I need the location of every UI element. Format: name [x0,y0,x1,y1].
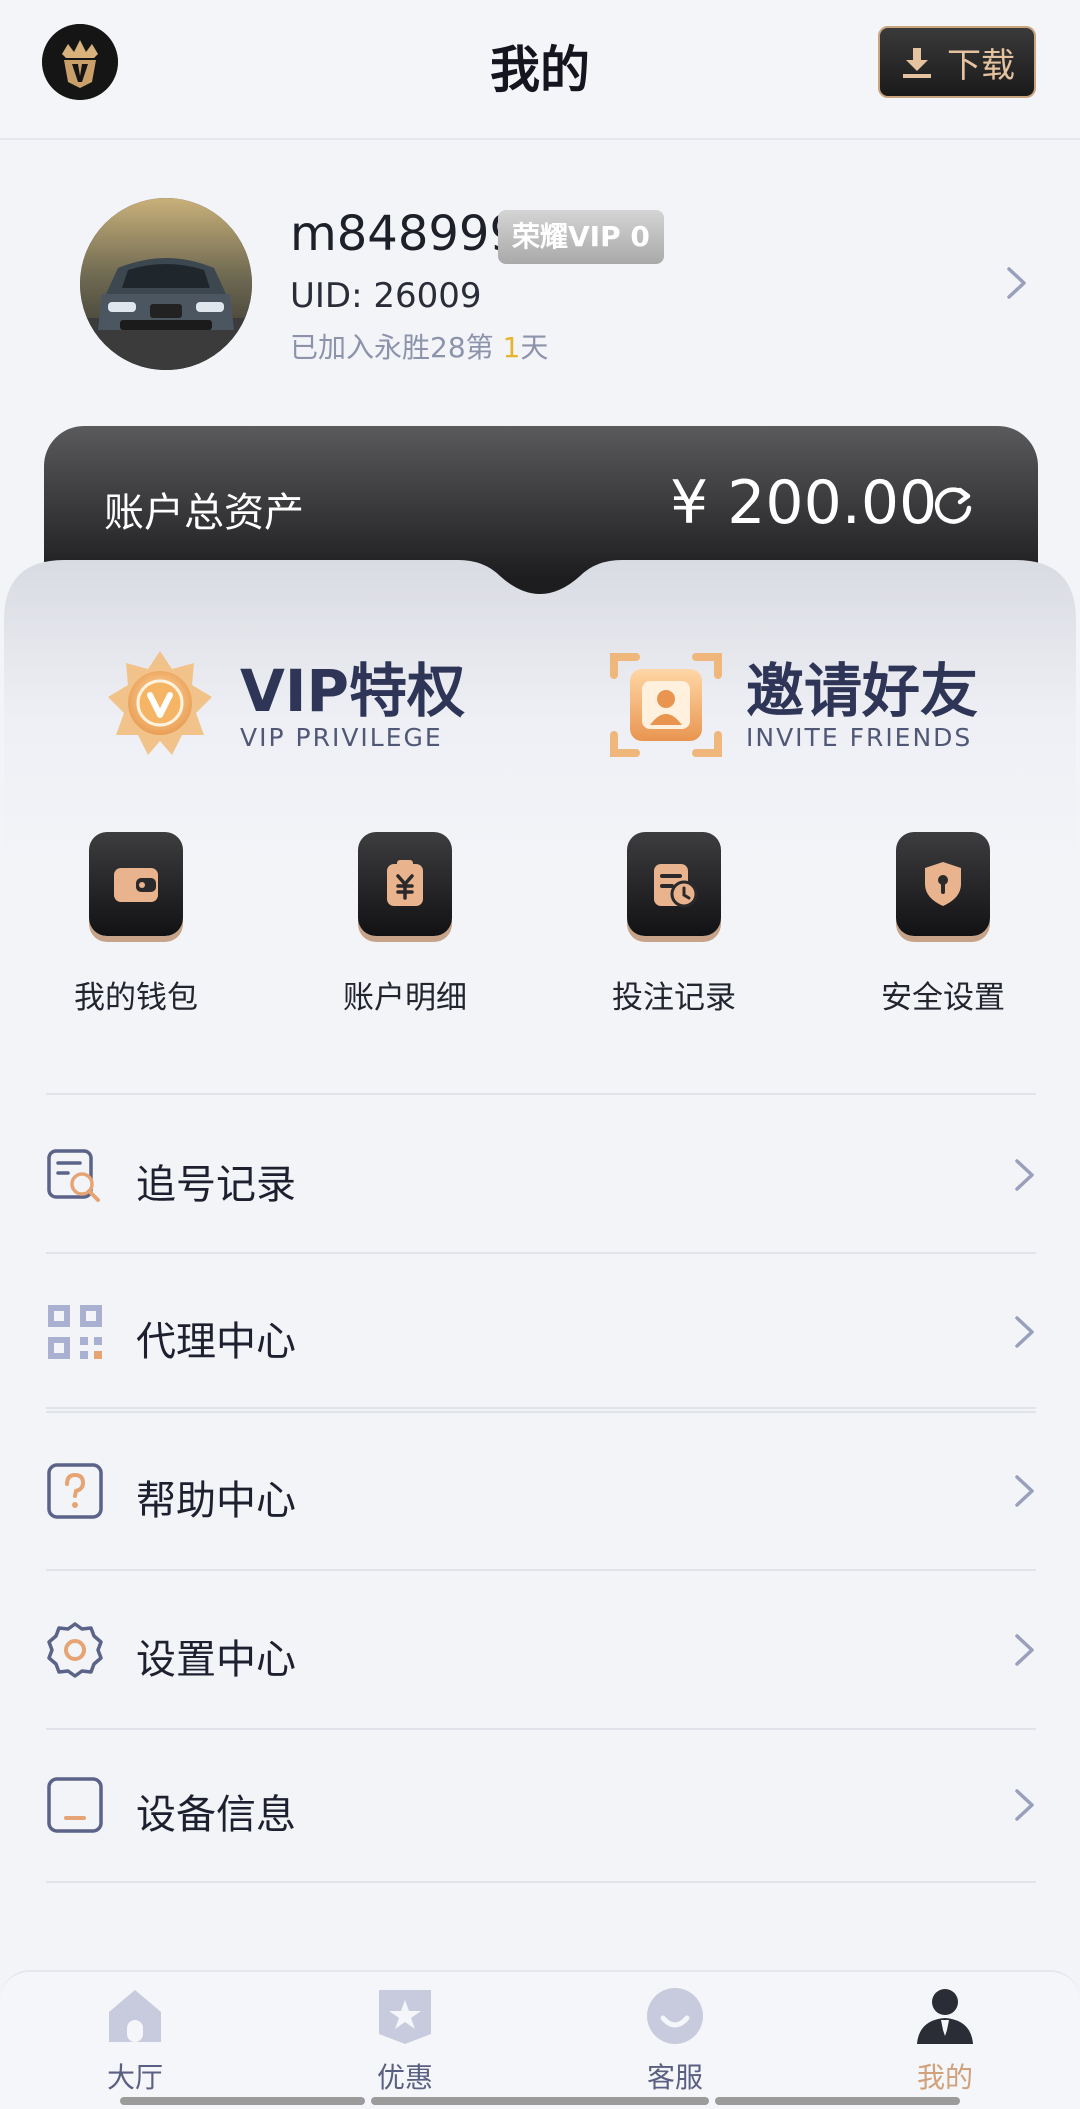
support-icon [647,1988,703,2044]
joined-days-text: 已加入永胜28第 1天 [290,331,549,364]
device-info-label: 设备信息 [136,1792,296,1838]
tab-mine[interactable]: 我的 [885,1986,1005,2096]
chevron-right-icon[interactable] [1006,266,1028,300]
top-bar: 我的 下载 [0,0,1080,140]
bet-record-icon [627,832,721,936]
wallet-label: 我的钱包 [74,980,198,1016]
divider [46,1411,1036,1413]
security-shield-icon [896,832,990,936]
invite-friends-title: 邀请好友 [746,656,979,725]
qr-code-icon [48,1305,102,1359]
tab-promotions[interactable]: 优惠 [345,1986,465,2096]
tab-lobby[interactable]: 大厅 [75,1986,195,2096]
quick-action-bet-record[interactable]: 投注记录 [584,832,764,1017]
download-button[interactable]: 下载 [878,26,1036,98]
menu-item-tracking-record[interactable]: 追号记录 [46,1120,1036,1230]
menu-item-settings-center[interactable]: 设置中心 [46,1595,1036,1705]
divider [46,1252,1036,1254]
help-center-label: 帮助中心 [136,1478,296,1524]
tab-label: 客服 [646,2061,703,2094]
download-label: 下载 [947,45,1015,86]
menu-item-agent-center[interactable]: 代理中心 [46,1277,1036,1387]
tab-label: 我的 [916,2061,973,2094]
tracking-record-icon [47,1149,100,1202]
total-assets-value: ¥ 200.00 [670,468,938,538]
invite-friends-card[interactable]: 邀请好友 INVITE FRIENDS [606,640,978,770]
profile-section[interactable]: m848999 荣耀VIP 0 UID: 26009 已加入永胜28第 1天 [0,140,1080,400]
vip-privilege-subtitle: VIP PRIVILEGE [240,722,443,752]
scroll-indicator [715,2097,960,2105]
wallet-icon [89,832,183,936]
home-icon [109,1990,161,2042]
menu-item-device-info[interactable]: 设备信息 [46,1750,1036,1860]
help-icon [47,1463,103,1519]
tab-label: 优惠 [376,2061,433,2094]
vip-level-badge: 荣耀VIP 0 [498,210,664,264]
account-detail-label: 账户明细 [343,980,467,1016]
username: m848999 [290,206,520,262]
bottom-tab-bar: 大厅 优惠 客服 我的 [0,1970,1080,2109]
chevron-right-icon [1014,1315,1036,1349]
divider [46,1881,1036,1883]
divider [46,1569,1036,1571]
security-label: 安全设置 [881,980,1005,1016]
device-icon [47,1777,103,1833]
download-icon [903,48,931,78]
tab-customer-service[interactable]: 客服 [615,1986,735,2096]
tab-label: 大厅 [106,2061,163,2094]
joined-days-count: 1 [502,331,521,364]
tracking-record-label: 追号记录 [136,1162,296,1208]
total-assets-label: 账户总资产 [104,490,304,536]
vip-medal-icon [108,651,212,755]
quick-action-wallet[interactable]: 我的钱包 [46,832,226,1017]
quick-action-security[interactable]: 安全设置 [853,832,1033,1017]
scroll-indicator [371,2097,709,2105]
avatar[interactable] [80,198,252,370]
menu-item-help-center[interactable]: 帮助中心 [46,1436,1036,1546]
chevron-right-icon [1014,1474,1036,1508]
vip-privilege-title: VIP特权 [240,656,465,725]
quick-action-account-detail[interactable]: 账户明细 [315,832,495,1017]
settings-gear-icon [47,1622,103,1678]
refresh-icon[interactable] [930,482,976,528]
chevron-right-icon [1014,1788,1036,1822]
settings-center-label: 设置中心 [136,1637,296,1683]
divider [46,1728,1036,1730]
user-uid: UID: 26009 [290,276,482,316]
agent-center-label: 代理中心 [136,1319,296,1365]
promo-star-icon [379,1990,431,2044]
vip-privilege-card[interactable]: VIP特权 VIP PRIVILEGE [100,640,465,770]
scroll-indicator [120,2097,365,2105]
invite-friend-icon [610,653,722,757]
chevron-right-icon [1014,1158,1036,1192]
invite-friends-subtitle: INVITE FRIENDS [746,722,973,752]
chevron-right-icon [1014,1633,1036,1667]
bet-record-label: 投注记录 [612,980,736,1016]
account-detail-icon [358,832,452,936]
divider [46,1093,1036,1095]
divider [46,1407,1036,1409]
user-icon [917,1989,973,2044]
